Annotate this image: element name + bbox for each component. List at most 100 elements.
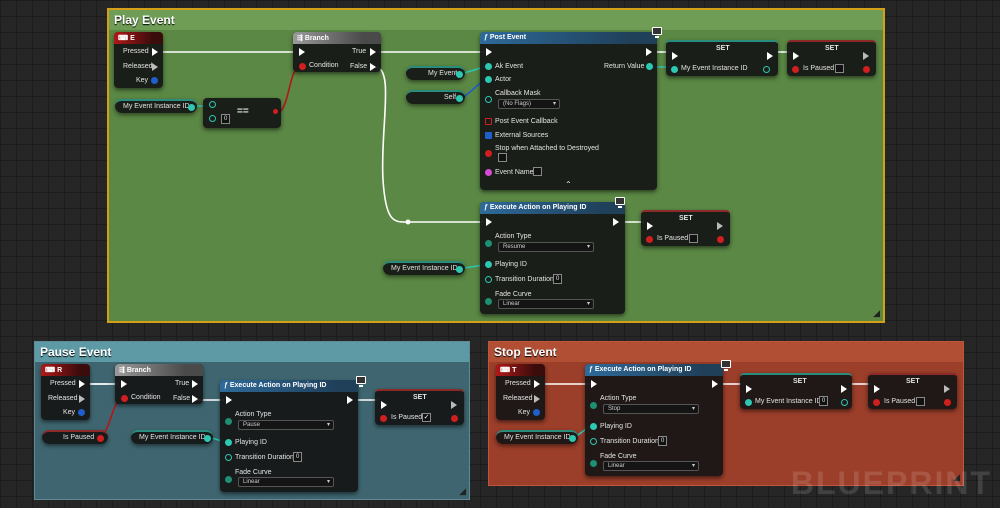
int-in-pin[interactable]	[209, 101, 216, 108]
bool-out-pin[interactable]	[863, 66, 870, 73]
int-in-pin[interactable]	[745, 399, 752, 406]
event-name-input[interactable]	[533, 167, 542, 176]
exec-out-pin[interactable]	[152, 48, 158, 56]
exec-in-pin[interactable]	[486, 48, 492, 56]
transition-duration-input[interactable]: 0	[553, 274, 563, 284]
set-is-paused-node[interactable]: SET Is Paused	[641, 210, 730, 246]
node-header[interactable]: ƒ Execute Action on Playing ID	[585, 364, 723, 376]
int-out-pin[interactable]	[646, 63, 653, 70]
exec-in-pin[interactable]	[299, 48, 305, 56]
node-header[interactable]: ⌨ R	[41, 364, 90, 376]
exec-out-pin[interactable]	[370, 48, 376, 56]
struct-out-pin[interactable]	[151, 77, 158, 84]
comment-title[interactable]: Play Event	[109, 10, 883, 30]
enum-in-pin[interactable]	[590, 402, 597, 409]
exec-out-pin[interactable]	[451, 401, 457, 409]
post-event-node[interactable]: ƒ Post Event Ak Event Return Value Actor…	[480, 32, 657, 190]
set-my-event-instance-id-node[interactable]: SET My Event Instance ID	[666, 40, 778, 76]
get-my-event-instance-id[interactable]: My Event Instance ID	[115, 99, 197, 113]
int-in-pin[interactable]	[225, 439, 232, 446]
exec-out-pin[interactable]	[534, 395, 540, 403]
self-node[interactable]: Self	[406, 90, 465, 104]
bool-in-pin[interactable]	[485, 150, 492, 157]
fade-curve-select[interactable]: Linear ▾	[238, 477, 334, 487]
exec-in-pin[interactable]	[874, 385, 880, 393]
execute-action-stop-node[interactable]: ƒ Execute Action on Playing ID Action Ty…	[585, 364, 723, 476]
exec-out-pin[interactable]	[79, 395, 85, 403]
delegate-in-pin[interactable]	[485, 118, 492, 125]
bool-in-pin[interactable]	[380, 415, 387, 422]
key-r-event-node[interactable]: ⌨ R Pressed Released Key	[41, 364, 90, 420]
bool-out-pin[interactable]	[944, 399, 951, 406]
enum-in-pin[interactable]	[485, 298, 492, 305]
get-is-paused[interactable]: Is Paused	[42, 430, 108, 444]
int-out-pin[interactable]	[569, 435, 576, 442]
int-in-pin[interactable]	[209, 115, 216, 122]
fade-curve-select[interactable]: Linear ▾	[603, 461, 699, 471]
exec-out-pin[interactable]	[613, 218, 619, 226]
int-in-pin[interactable]	[590, 423, 597, 430]
key-e-event-node[interactable]: ⌨ E Pressed Released Key	[114, 32, 163, 88]
exec-in-pin[interactable]	[381, 401, 387, 409]
exec-in-pin[interactable]	[672, 52, 678, 60]
exec-in-pin[interactable]	[226, 396, 232, 404]
int-out-pin[interactable]	[188, 104, 195, 111]
comment-title[interactable]: Pause Event	[35, 342, 469, 362]
exec-in-pin[interactable]	[121, 380, 127, 388]
exec-out-pin[interactable]	[944, 385, 950, 393]
bool-out-pin[interactable]	[97, 435, 104, 442]
exec-out-pin[interactable]	[192, 395, 198, 403]
exec-out-pin[interactable]	[863, 52, 869, 60]
node-header[interactable]: ƒ Execute Action on Playing ID	[480, 202, 625, 214]
enum-in-pin[interactable]	[590, 460, 597, 467]
int-in-pin[interactable]	[590, 438, 597, 445]
exec-out-pin[interactable]	[370, 63, 376, 71]
int-in-pin[interactable]	[225, 454, 232, 461]
set-is-paused-node[interactable]: SET Is Paused ✓	[375, 389, 464, 425]
is-paused-checkbox[interactable]	[835, 64, 844, 73]
bool-in-pin[interactable]	[299, 63, 306, 70]
bool-out-pin[interactable]	[273, 109, 278, 114]
equals-node[interactable]: 0 ==	[203, 98, 281, 128]
action-type-select[interactable]: Stop ▾	[603, 404, 699, 414]
exec-out-pin[interactable]	[712, 380, 718, 388]
int-out-pin[interactable]	[456, 266, 463, 273]
get-my-event[interactable]: My Event	[406, 66, 465, 80]
enum-in-pin[interactable]	[485, 240, 492, 247]
value-input[interactable]: 0	[221, 114, 231, 124]
enum-in-pin[interactable]	[225, 418, 232, 425]
node-header[interactable]: ƒ Execute Action on Playing ID	[220, 380, 358, 392]
transition-duration-input[interactable]: 0	[658, 436, 668, 446]
fade-curve-select[interactable]: Linear ▾	[498, 299, 594, 309]
struct-out-pin[interactable]	[78, 409, 85, 416]
branch-node[interactable]: ⇶ Branch Condition True False	[293, 32, 381, 72]
callback-mask-select[interactable]: (No Flags) ▾	[498, 99, 560, 109]
exec-in-pin[interactable]	[746, 385, 752, 393]
is-paused-checkbox[interactable]: ✓	[422, 413, 431, 422]
int-out-pin[interactable]	[841, 399, 848, 406]
int-in-pin[interactable]	[485, 96, 492, 103]
stop-when-destroyed-checkbox[interactable]	[498, 153, 507, 162]
int-out-pin[interactable]	[204, 435, 211, 442]
exec-out-pin[interactable]	[152, 63, 158, 71]
get-my-event-instance-id[interactable]: My Event Instance ID	[131, 430, 213, 444]
int-in-pin[interactable]	[485, 261, 492, 268]
exec-out-pin[interactable]	[646, 48, 652, 56]
comment-title[interactable]: Stop Event	[489, 342, 963, 362]
branch-node[interactable]: ⇶ Branch Condition True False	[115, 364, 203, 404]
resize-handle-icon[interactable]: ◢	[873, 308, 880, 319]
set-is-paused-node[interactable]: SET Is Paused	[787, 40, 876, 76]
execute-action-pause-node[interactable]: ƒ Execute Action on Playing ID Action Ty…	[220, 380, 358, 492]
transition-duration-input[interactable]: 0	[293, 452, 303, 462]
exec-in-pin[interactable]	[793, 52, 799, 60]
node-header[interactable]: ⌨ E	[114, 32, 163, 44]
bool-out-pin[interactable]	[451, 415, 458, 422]
int-in-pin[interactable]	[671, 66, 678, 73]
node-header[interactable]: ⌨ T	[496, 364, 545, 376]
action-type-select[interactable]: Resume ▾	[498, 242, 594, 252]
exec-in-pin[interactable]	[591, 380, 597, 388]
bool-out-pin[interactable]	[717, 236, 724, 243]
exec-out-pin[interactable]	[841, 385, 847, 393]
bool-in-pin[interactable]	[873, 399, 880, 406]
node-header[interactable]: ⇶ Branch	[115, 364, 203, 376]
